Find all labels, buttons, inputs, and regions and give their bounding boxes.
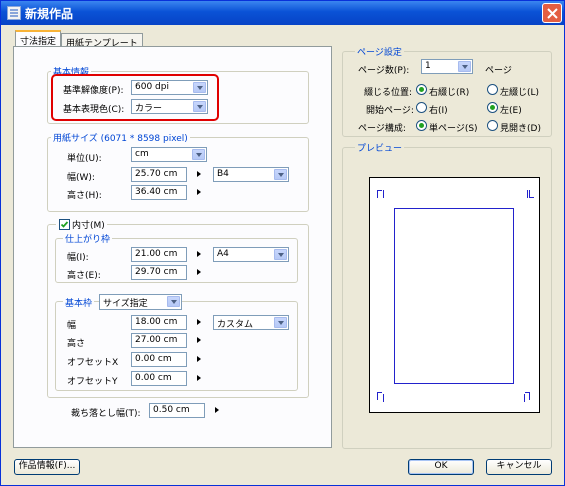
base-width-field[interactable]: 18.00 cm: [131, 315, 187, 330]
paper-width-field[interactable]: 25.70 cm: [131, 167, 187, 182]
offset-y-label: オフセットY: [67, 377, 118, 387]
layout-spread-label[interactable]: 見開き(D): [500, 121, 541, 134]
paper-preset-value: B4: [217, 169, 229, 179]
page-settings-title: ページ設定: [355, 45, 404, 58]
cancel-button[interactable]: キャンセル: [486, 459, 552, 475]
finish-width-field[interactable]: 21.00 cm: [131, 247, 187, 262]
page-preview: [369, 177, 540, 413]
finish-frame-title: 仕上がり枠: [63, 232, 113, 245]
link-arrow-icon: [197, 337, 201, 343]
binding-right-label[interactable]: 右綴じ(R): [429, 85, 469, 98]
checkmark-icon: [60, 221, 69, 228]
crop-mark-icon: [383, 190, 384, 198]
unit-label: 単位(U):: [67, 154, 102, 164]
close-icon: [547, 8, 558, 19]
bleed-field[interactable]: 0.50 cm: [149, 403, 205, 418]
preview-title: プレビュー: [355, 141, 405, 154]
base-height-label: 高さ: [67, 339, 86, 349]
base-frame-mode-select[interactable]: サイズ指定: [99, 294, 182, 310]
finish-preset-value: A4: [217, 249, 229, 259]
offset-x-label: オフセットX: [67, 358, 119, 368]
work-info-button[interactable]: 作品情報(F)...: [14, 459, 80, 475]
paper-height-field[interactable]: 36.40 cm: [131, 185, 187, 200]
paper-width-label: 幅(W):: [67, 173, 95, 183]
paper-height-label: 高さ(H):: [67, 191, 102, 201]
link-arrow-icon: [197, 269, 201, 275]
inner-size-checkbox[interactable]: [59, 219, 70, 230]
chevron-down-icon[interactable]: [458, 61, 471, 72]
close-button[interactable]: [542, 3, 562, 23]
chevron-down-icon[interactable]: [274, 317, 287, 328]
start-right-radio[interactable]: [416, 102, 427, 113]
chevron-down-icon[interactable]: [192, 149, 205, 160]
chevron-down-icon[interactable]: [274, 249, 287, 260]
finish-preset-select[interactable]: A4: [213, 247, 289, 262]
start-right-label[interactable]: 右(I): [429, 103, 448, 116]
start-left-radio[interactable]: [487, 102, 498, 113]
bleed-label: 裁ち落とし幅(T):: [71, 409, 141, 419]
link-arrow-icon: [197, 189, 201, 195]
base-frame-title: 基本枠: [63, 296, 95, 309]
start-left-label[interactable]: 左(E): [500, 103, 522, 116]
page-count-select[interactable]: 1: [421, 59, 473, 74]
new-work-dialog: 新規作品 寸法指定 用紙テンプレート 基本情報 基準解像度(P): 600 dp…: [0, 0, 565, 486]
finish-width-label: 幅(I):: [67, 253, 89, 263]
crop-mark-icon: [377, 190, 382, 198]
link-arrow-icon: [197, 356, 201, 362]
crop-mark-icon: [527, 190, 528, 198]
start-page-label: 開始ページ:: [366, 106, 414, 116]
layout-label: ページ構成:: [358, 124, 406, 134]
chevron-down-icon[interactable]: [167, 296, 180, 307]
crop-mark-icon: [529, 190, 534, 198]
offset-x-field[interactable]: 0.00 cm: [131, 352, 187, 367]
link-arrow-icon: [197, 171, 201, 177]
crop-mark-icon: [525, 392, 530, 400]
base-width-label: 幅: [67, 321, 77, 331]
link-arrow-icon: [197, 319, 201, 325]
base-preset-select[interactable]: カスタム: [213, 315, 289, 330]
crop-mark-icon: [383, 394, 384, 402]
finish-frame-preview: [394, 208, 514, 384]
page-count-label: ページ数(P):: [358, 66, 410, 76]
page-count-unit: ページ: [485, 66, 512, 76]
finish-height-label: 高さ(E):: [67, 271, 101, 281]
binding-left-label[interactable]: 左綴じ(L): [500, 85, 539, 98]
highlight-box: [51, 74, 219, 121]
paper-preset-select[interactable]: B4: [213, 167, 289, 182]
crop-mark-icon: [377, 392, 382, 400]
binding-right-radio[interactable]: [416, 84, 427, 95]
finish-height-field[interactable]: 29.70 cm: [131, 265, 187, 280]
base-height-field[interactable]: 27.00 cm: [131, 333, 187, 348]
title-bar[interactable]: 新規作品: [1, 1, 564, 25]
base-preset-value: カスタム: [217, 320, 254, 330]
unit-select[interactable]: cm: [131, 147, 207, 162]
window-title: 新規作品: [25, 7, 74, 21]
link-arrow-icon: [197, 251, 201, 257]
link-arrow-icon: [197, 375, 201, 381]
base-frame-mode-value: サイズ指定: [103, 299, 148, 309]
offset-y-field[interactable]: 0.00 cm: [131, 371, 187, 386]
binding-label: 綴じる位置:: [364, 88, 413, 98]
app-icon: [7, 6, 21, 20]
chevron-down-icon[interactable]: [274, 169, 287, 180]
unit-value: cm: [135, 149, 149, 159]
layout-spread-radio[interactable]: [487, 120, 498, 131]
crop-mark-icon: [524, 394, 525, 402]
link-arrow-icon: [215, 407, 219, 413]
ok-button[interactable]: OK: [408, 459, 474, 475]
layout-single-label[interactable]: 単ページ(S): [429, 121, 478, 134]
page-count-value: 1: [425, 61, 431, 71]
paper-size-title: 用紙サイズ (6071 * 8598 pixel): [51, 131, 190, 144]
binding-left-radio[interactable]: [487, 84, 498, 95]
layout-single-radio[interactable]: [416, 120, 427, 131]
